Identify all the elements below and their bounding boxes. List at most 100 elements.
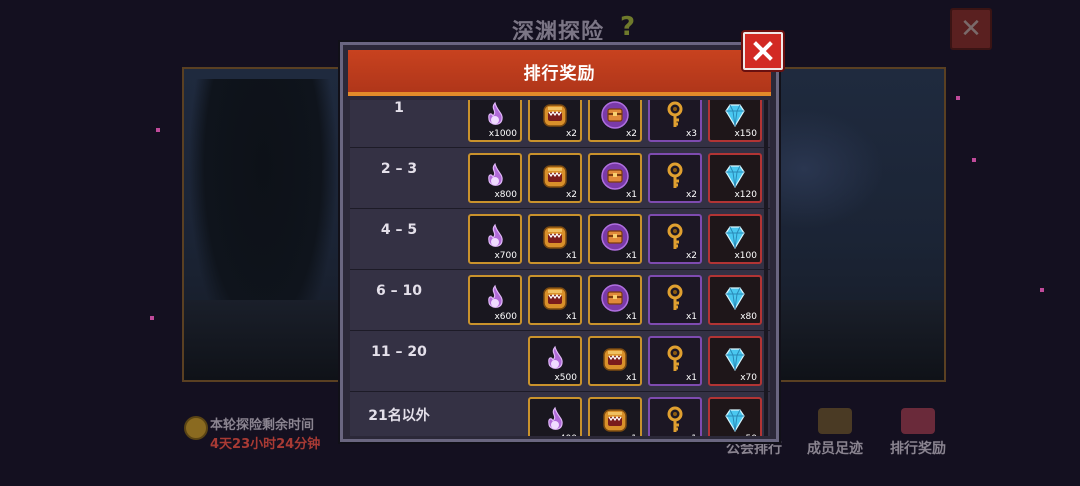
reward-items: x800 x2 x1 x2 x120 bbox=[456, 153, 762, 203]
item-quantity: x1 bbox=[685, 312, 697, 322]
reward-item[interactable]: x120 bbox=[708, 153, 762, 203]
reward-item[interactable]: x100 bbox=[708, 214, 762, 264]
reward-row: 6 – 10 x600 x1 x1 x1 x80 bbox=[350, 270, 770, 331]
reward-item[interactable]: x1 bbox=[588, 336, 642, 386]
stopwatch-icon bbox=[184, 416, 208, 440]
item-quantity: x50 bbox=[740, 434, 757, 436]
reward-row: 4 – 5 x700 x1 x1 x2 x100 bbox=[350, 209, 770, 270]
spark-particle bbox=[972, 158, 976, 162]
reward-item[interactable]: x400 bbox=[528, 397, 582, 436]
spark-particle bbox=[956, 96, 960, 100]
reward-item[interactable]: x50 bbox=[708, 397, 762, 436]
reward-item[interactable]: x3 bbox=[648, 100, 702, 142]
reward-item[interactable]: x2 bbox=[588, 100, 642, 142]
reward-row: 11 – 20 x500 x1 x1 x70 bbox=[350, 331, 770, 392]
item-quantity: x80 bbox=[740, 312, 757, 322]
tab-ranking-rewards[interactable]: 排行奖励 bbox=[878, 408, 958, 458]
reward-item[interactable]: x500 bbox=[528, 336, 582, 386]
reward-item[interactable]: x1000 bbox=[468, 100, 522, 142]
footprints-icon bbox=[818, 408, 852, 434]
close-icon: ✕ bbox=[960, 14, 982, 44]
item-quantity: x3 bbox=[685, 129, 697, 139]
reward-row: 1 x1000 x2 x2 x3 x150 bbox=[350, 100, 770, 148]
reward-item[interactable]: x2 bbox=[648, 214, 702, 264]
modal-title: 排行奖励 bbox=[348, 50, 771, 96]
reward-item[interactable]: x2 bbox=[648, 153, 702, 203]
item-quantity: x1 bbox=[625, 190, 637, 200]
item-quantity: x2 bbox=[565, 129, 577, 139]
diamond-icon bbox=[720, 405, 750, 436]
rank-label: 4 – 5 bbox=[380, 222, 418, 238]
reward-item[interactable]: x700 bbox=[468, 214, 522, 264]
item-quantity: x2 bbox=[625, 129, 637, 139]
item-quantity: x150 bbox=[734, 129, 757, 139]
item-quantity: x400 bbox=[554, 434, 577, 436]
reward-items: x500 x1 x1 x70 bbox=[456, 336, 762, 386]
scrollbar[interactable] bbox=[764, 100, 768, 436]
rank-label: 11 – 20 bbox=[371, 344, 427, 360]
help-icon[interactable]: ? bbox=[620, 12, 635, 42]
reward-item[interactable]: x150 bbox=[708, 100, 762, 142]
reward-row: 2 – 3 x800 x2 x1 x2 x120 bbox=[350, 148, 770, 209]
reward-item[interactable]: x1 bbox=[528, 275, 582, 325]
reward-item[interactable]: x1 bbox=[588, 214, 642, 264]
rank-label: 21名以外 bbox=[368, 408, 430, 424]
rewards-list[interactable]: 1 x1000 x2 x2 x3 x150 2 – 3 x800 x2 x1 x2 x120 4 – 5… bbox=[350, 100, 770, 436]
reward-item[interactable]: x1 bbox=[588, 153, 642, 203]
rank-label: 2 – 3 bbox=[380, 161, 418, 177]
item-quantity: x1 bbox=[625, 312, 637, 322]
item-quantity: x2 bbox=[685, 190, 697, 200]
tab-label: 排行奖励 bbox=[890, 441, 946, 457]
background-close-button[interactable]: ✕ bbox=[950, 8, 992, 50]
reward-item[interactable]: x1 bbox=[588, 397, 642, 436]
item-quantity: x1000 bbox=[488, 129, 517, 139]
item-quantity: x1 bbox=[565, 251, 577, 261]
reward-chest-icon bbox=[901, 408, 935, 434]
timer-label: 本轮探险剩余时间 bbox=[210, 418, 315, 433]
item-quantity: x1 bbox=[625, 251, 637, 261]
rank-label: 6 – 10 bbox=[376, 283, 422, 299]
item-quantity: x120 bbox=[734, 190, 757, 200]
reward-item[interactable]: x1 bbox=[648, 397, 702, 436]
tab-label: 公会排行 bbox=[726, 441, 782, 457]
soul-flame-icon bbox=[540, 405, 570, 436]
item-quantity: x1 bbox=[565, 312, 577, 322]
reward-item[interactable]: x80 bbox=[708, 275, 762, 325]
rank-label: 1 bbox=[394, 100, 404, 116]
ranking-rewards-modal: 排行奖励 1 x1000 x2 x2 x3 x150 2 – 3 x800 x2 x1 x2 x120… bbox=[340, 42, 779, 442]
spark-particle bbox=[156, 128, 160, 132]
reward-items: x400 x1 x1 x50 bbox=[456, 397, 762, 436]
reward-item[interactable]: x1 bbox=[648, 336, 702, 386]
close-button[interactable] bbox=[743, 32, 783, 70]
reward-item[interactable]: x600 bbox=[468, 275, 522, 325]
spark-particle bbox=[150, 316, 154, 320]
reward-item[interactable]: x800 bbox=[468, 153, 522, 203]
item-quantity: x1 bbox=[625, 373, 637, 383]
item-quantity: x2 bbox=[685, 251, 697, 261]
timer-value: 4天23小时24分钟 bbox=[210, 437, 321, 452]
reward-item[interactable]: x2 bbox=[528, 100, 582, 142]
item-quantity: x70 bbox=[740, 373, 757, 383]
item-quantity: x1 bbox=[686, 434, 697, 436]
item-quantity: x1 bbox=[685, 373, 697, 383]
item-quantity: x2 bbox=[565, 190, 577, 200]
reward-items: x700 x1 x1 x2 x100 bbox=[456, 214, 762, 264]
item-quantity: x700 bbox=[494, 251, 517, 261]
reward-item[interactable]: x70 bbox=[708, 336, 762, 386]
reward-item[interactable]: x1 bbox=[528, 214, 582, 264]
spark-particle bbox=[1040, 288, 1044, 292]
tab-member-footprints[interactable]: 成员足迹 bbox=[795, 408, 875, 458]
reward-item[interactable]: x2 bbox=[528, 153, 582, 203]
reward-row: 21名以外 x400 x1 x1 x50 bbox=[350, 392, 770, 436]
reward-item[interactable]: x1 bbox=[588, 275, 642, 325]
reward-items: x600 x1 x1 x1 x80 bbox=[456, 275, 762, 325]
golden-key-icon bbox=[660, 405, 690, 436]
item-quantity: x1 bbox=[626, 434, 637, 436]
item-quantity: x600 bbox=[494, 312, 517, 322]
reward-items: x1000 x2 x2 x3 x150 bbox=[456, 100, 762, 142]
item-quantity: x800 bbox=[494, 190, 517, 200]
item-quantity: x100 bbox=[734, 251, 757, 261]
reward-item[interactable]: x1 bbox=[648, 275, 702, 325]
monster-chest-icon bbox=[600, 405, 630, 436]
close-icon bbox=[753, 41, 773, 61]
